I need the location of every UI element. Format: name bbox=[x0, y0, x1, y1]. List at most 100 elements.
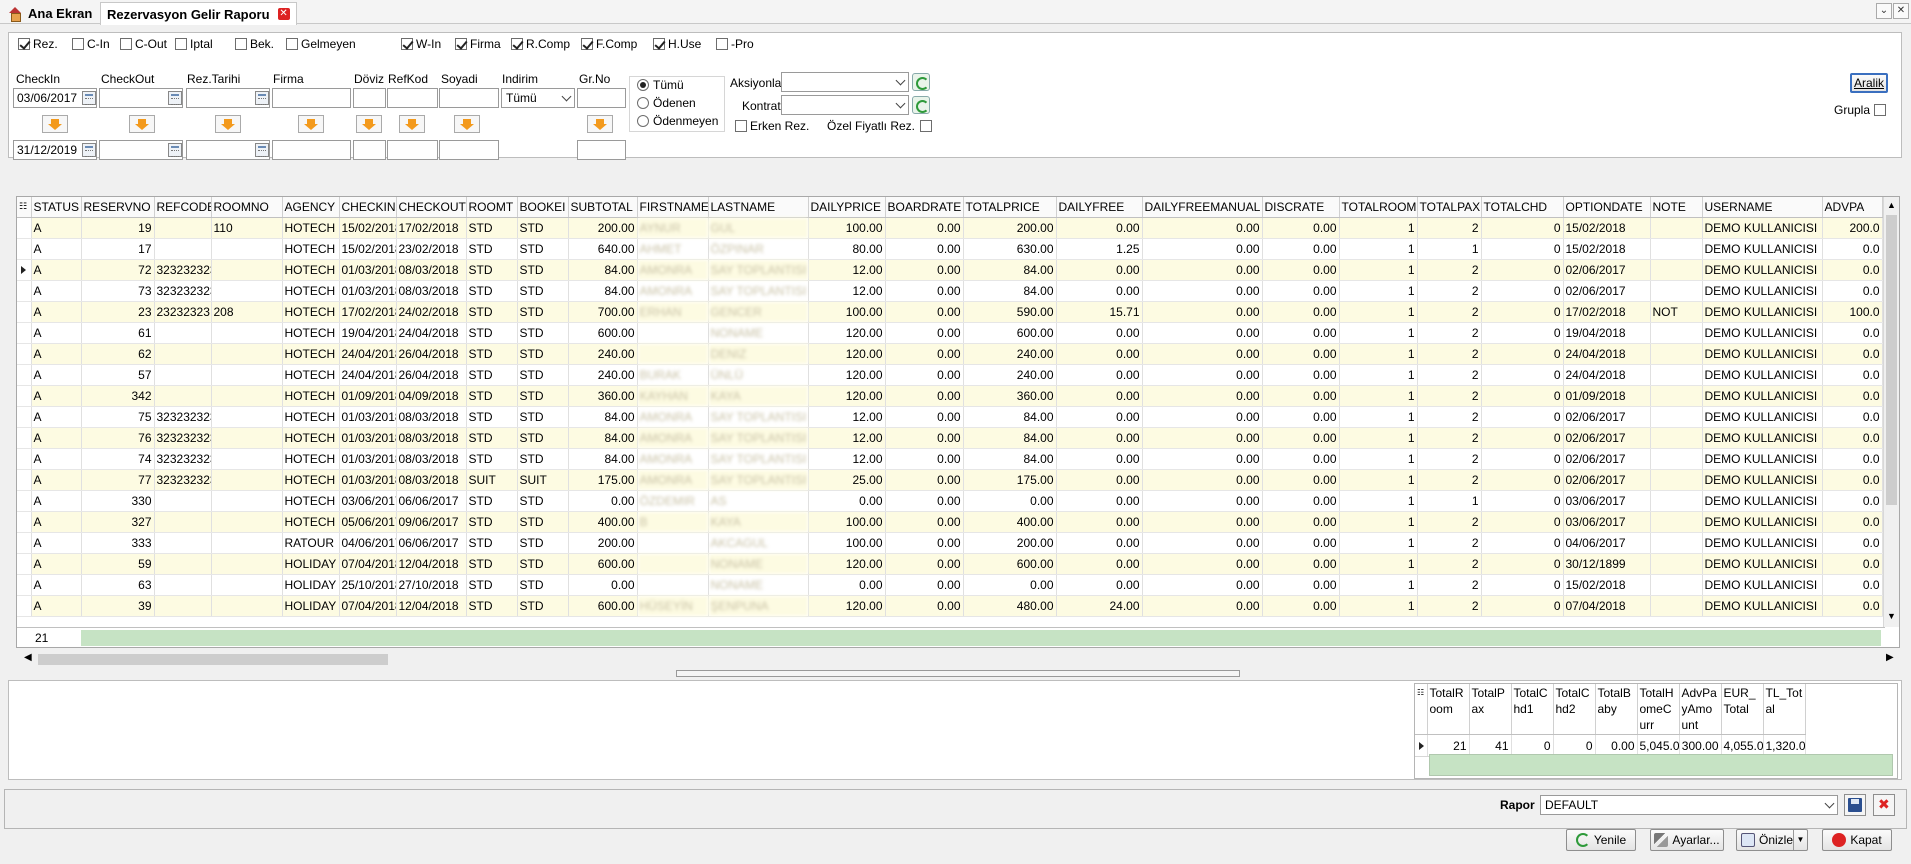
cell-firstname[interactable]: ÖZDEMIR bbox=[637, 490, 709, 512]
cell-totalchd[interactable]: 0 bbox=[1481, 406, 1564, 428]
cell-refcode[interactable]: 323232323 bbox=[154, 448, 212, 470]
cell-boardrate[interactable]: 0.00 bbox=[885, 385, 964, 407]
cell-dailyprice[interactable]: 12.00 bbox=[808, 427, 886, 449]
cell-discrate[interactable]: 0.00 bbox=[1262, 406, 1340, 428]
cell-dailyfree[interactable]: 24.00 bbox=[1056, 595, 1143, 617]
cell-discrate[interactable]: 0.00 bbox=[1262, 511, 1340, 533]
cell-roomno[interactable] bbox=[211, 406, 283, 428]
cell-dailyfree[interactable]: 0.00 bbox=[1056, 259, 1143, 281]
cell-refcode[interactable] bbox=[154, 217, 212, 239]
cell-username[interactable]: DEMO KULLANICISI bbox=[1702, 595, 1823, 617]
cell-note[interactable] bbox=[1650, 322, 1703, 344]
column-header-firstname[interactable]: FIRSTNAME bbox=[637, 197, 709, 218]
cell-username[interactable]: DEMO KULLANICISI bbox=[1702, 511, 1823, 533]
cell-status[interactable]: A bbox=[31, 574, 82, 596]
cell-firstname[interactable]: AMONRA bbox=[637, 406, 709, 428]
cell-agency[interactable]: RATOUR bbox=[282, 532, 340, 554]
column-header-dailyprice[interactable]: DAILYPRICE bbox=[808, 197, 886, 218]
cell-firstname[interactable]: AMONRA bbox=[637, 469, 709, 491]
cell-boardrate[interactable]: 0.00 bbox=[885, 280, 964, 302]
table-row[interactable]: A 62 HOTECH 24/04/2018 26/04/2018 STD STD 240.0… bbox=[17, 343, 1883, 365]
cell-boardrate[interactable]: 0.00 bbox=[885, 322, 964, 344]
cell-totalroom[interactable]: 1 bbox=[1339, 553, 1418, 575]
chevron-right-icon[interactable]: ▶ bbox=[1886, 652, 1894, 663]
cell-dailyprice[interactable]: 80.00 bbox=[808, 238, 886, 260]
cell-bookei[interactable]: STD bbox=[517, 259, 569, 281]
cell-firstname[interactable]: AMONRA bbox=[637, 280, 709, 302]
cell-totalroom[interactable]: 1 bbox=[1339, 385, 1418, 407]
cell-totalpax[interactable]: 2 bbox=[1417, 343, 1482, 365]
row-indicator[interactable] bbox=[17, 217, 32, 239]
cell-dailyfreemanual[interactable]: 0.00 bbox=[1142, 490, 1263, 512]
cell-roomt[interactable]: STD bbox=[466, 595, 518, 617]
cell-totalpax[interactable]: 2 bbox=[1417, 217, 1482, 239]
cell-dailyfreemanual[interactable]: 0.00 bbox=[1142, 217, 1263, 239]
cell-lastname[interactable]: ŞENPUNA bbox=[708, 595, 809, 617]
cell-firstname[interactable]: AHMET bbox=[637, 238, 709, 260]
cell-totalroom[interactable]: 1 bbox=[1339, 448, 1418, 470]
cell-refcode[interactable]: 323232323 bbox=[154, 469, 212, 491]
cell-agency[interactable]: HOTECH bbox=[282, 511, 340, 533]
cell-lastname[interactable]: ÜNLÜ bbox=[708, 364, 809, 386]
cell-lastname[interactable]: KAYA bbox=[708, 511, 809, 533]
cell-checkin[interactable]: 15/02/2018 bbox=[339, 217, 397, 239]
cell-totalchd[interactable]: 0 bbox=[1481, 490, 1564, 512]
cell-checkin[interactable]: 19/04/2018 bbox=[339, 322, 397, 344]
cell-dailyprice[interactable]: 12.00 bbox=[808, 280, 886, 302]
rapor-select[interactable]: DEFAULT bbox=[1540, 795, 1838, 815]
cell-status[interactable]: A bbox=[31, 385, 82, 407]
cell-bookei[interactable]: STD bbox=[517, 301, 569, 323]
cell-note[interactable] bbox=[1650, 511, 1703, 533]
cell-status[interactable]: A bbox=[31, 490, 82, 512]
cell-boardrate[interactable]: 0.00 bbox=[885, 343, 964, 365]
cell-username[interactable]: DEMO KULLANICISI bbox=[1702, 280, 1823, 302]
cell-totalpax[interactable]: 2 bbox=[1417, 301, 1482, 323]
cell-agency[interactable]: HOTECH bbox=[282, 406, 340, 428]
cell-discrate[interactable]: 0.00 bbox=[1262, 595, 1340, 617]
cell-bookei[interactable]: SUIT bbox=[517, 469, 569, 491]
table-row[interactable]: A 74 323232323 HOTECH 01/03/2018 08/03/2018 ST… bbox=[17, 448, 1883, 470]
copy-down-arrow-icon[interactable] bbox=[298, 115, 324, 133]
cell-optiondate[interactable]: 15/02/2018 bbox=[1563, 238, 1651, 260]
erken-rez-checkbox[interactable]: Erken Rez. bbox=[735, 119, 809, 133]
grno-field[interactable] bbox=[577, 88, 626, 108]
column-chooser-icon[interactable]: ☷ bbox=[17, 197, 32, 218]
cell-firstname[interactable] bbox=[637, 574, 709, 596]
cell-status[interactable]: A bbox=[31, 217, 82, 239]
status-checkbox-10[interactable]: H.Use bbox=[653, 37, 701, 51]
cell-username[interactable]: DEMO KULLANICISI bbox=[1702, 322, 1823, 344]
cell-boardrate[interactable]: 0.00 bbox=[885, 448, 964, 470]
cell-lastname[interactable]: SAY TOPLANTISI bbox=[708, 427, 809, 449]
cell-bookei[interactable]: STD bbox=[517, 574, 569, 596]
column-header-dailyfree[interactable]: DAILYFREE bbox=[1056, 197, 1143, 218]
row-indicator[interactable] bbox=[17, 553, 32, 575]
cell-subtotal[interactable]: 240.00 bbox=[568, 364, 638, 386]
cell-checkout[interactable]: 08/03/2018 bbox=[396, 448, 467, 470]
tab-home[interactable]: Ana Ekran bbox=[2, 2, 98, 24]
cell-totalpax[interactable]: 2 bbox=[1417, 322, 1482, 344]
cell-reservno[interactable]: 61 bbox=[81, 322, 155, 344]
cell-firstname[interactable]: HÜSEYİN bbox=[637, 595, 709, 617]
cell-bookei[interactable]: STD bbox=[517, 343, 569, 365]
cell-note[interactable] bbox=[1650, 385, 1703, 407]
cell-checkout[interactable]: 09/06/2017 bbox=[396, 511, 467, 533]
cell-reservno[interactable]: 72 bbox=[81, 259, 155, 281]
cell-dailyfree[interactable]: 0.00 bbox=[1056, 280, 1143, 302]
copy-down-arrow-icon[interactable] bbox=[129, 115, 155, 133]
cell-boardrate[interactable]: 0.00 bbox=[885, 364, 964, 386]
cell-checkin[interactable]: 07/04/2018 bbox=[339, 595, 397, 617]
status-checkbox-9[interactable]: F.Comp bbox=[581, 37, 637, 51]
cell-status[interactable]: A bbox=[31, 280, 82, 302]
cell-username[interactable]: DEMO KULLANICISI bbox=[1702, 469, 1823, 491]
column-chooser-icon[interactable]: ☷ bbox=[1415, 684, 1428, 735]
cell-status[interactable]: A bbox=[31, 364, 82, 386]
cell-totalpax[interactable]: 2 bbox=[1417, 385, 1482, 407]
cell-roomt[interactable]: STD bbox=[466, 448, 518, 470]
cell-optiondate[interactable]: 15/02/2018 bbox=[1563, 574, 1651, 596]
column-header-agency[interactable]: AGENCY bbox=[282, 197, 340, 218]
column-header-lastname[interactable]: LASTNAME bbox=[708, 197, 809, 218]
cell-roomno[interactable] bbox=[211, 532, 283, 554]
cell-checkout[interactable]: 06/06/2017 bbox=[396, 532, 467, 554]
cell-roomno[interactable] bbox=[211, 385, 283, 407]
cell-bookei[interactable]: STD bbox=[517, 238, 569, 260]
